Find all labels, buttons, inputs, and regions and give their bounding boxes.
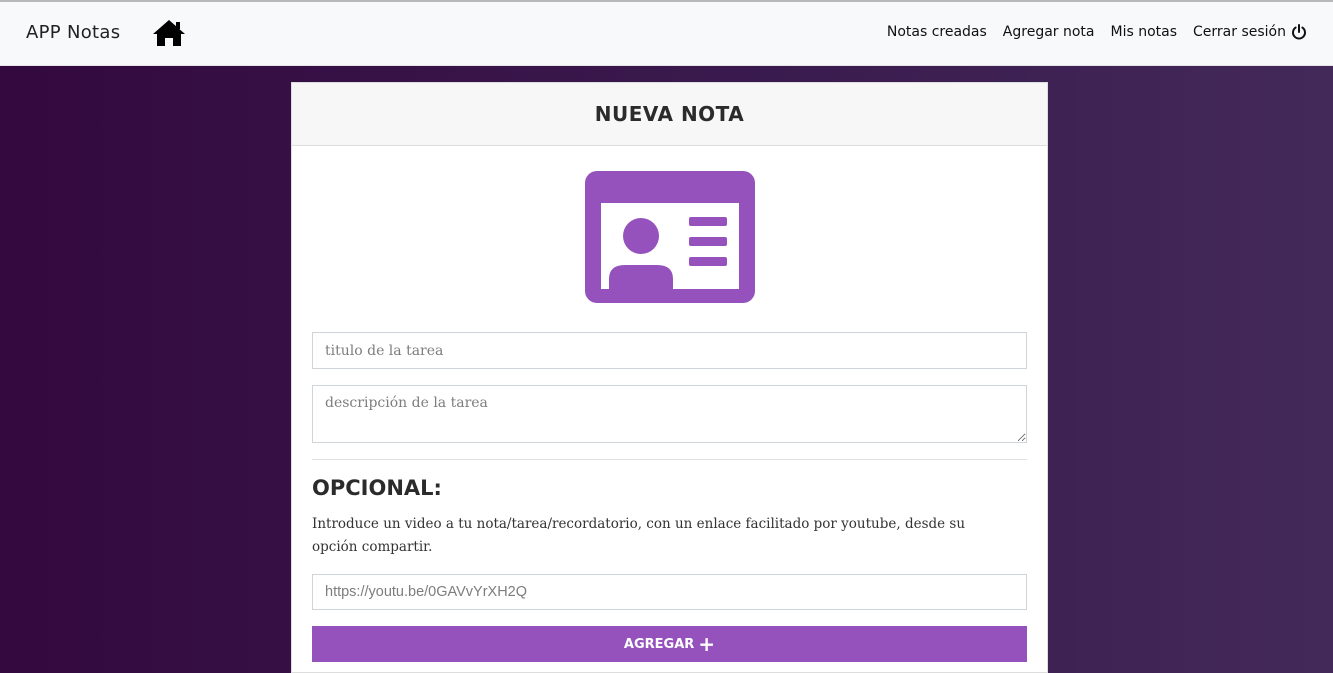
- nav-link-mis-notas[interactable]: Mis notas: [1111, 24, 1178, 40]
- app-brand[interactable]: APP Notas: [26, 22, 120, 43]
- card-header: NUEVA NOTA: [292, 83, 1047, 146]
- page-title: NUEVA NOTA: [594, 102, 745, 126]
- divider: [312, 459, 1027, 460]
- task-description-input[interactable]: [312, 385, 1027, 443]
- new-note-card: NUEVA NOTA OPCIONAL: Introduce un video …: [291, 82, 1048, 673]
- id-card-icon: [585, 171, 755, 303]
- nav-link-label: Agregar nota: [1002, 24, 1095, 40]
- nav-link-label: Cerrar sesión: [1193, 24, 1286, 40]
- nav-link-label: Mis notas: [1110, 24, 1178, 40]
- nav-link-cerrar-sesion[interactable]: Cerrar sesión: [1193, 24, 1307, 40]
- home-icon[interactable]: [152, 18, 186, 48]
- nav-link-agregar-nota[interactable]: Agregar nota: [1003, 24, 1095, 40]
- plus-icon: +: [698, 632, 716, 656]
- add-note-button[interactable]: AGREGAR +: [312, 626, 1027, 662]
- nav-link-notas-creadas[interactable]: Notas creadas: [887, 24, 987, 40]
- task-title-input[interactable]: [312, 332, 1027, 369]
- add-note-button-label: AGREGAR: [623, 636, 695, 652]
- nav-link-label: Notas creadas: [886, 24, 987, 40]
- top-navbar: APP Notas Notas creadas Agregar nota Mis…: [0, 2, 1333, 66]
- optional-description: Introduce un video a tu nota/tarea/recor…: [312, 516, 966, 555]
- optional-heading: OPCIONAL:: [312, 476, 442, 500]
- nav-links: Notas creadas Agregar nota Mis notas Cer…: [887, 24, 1307, 40]
- youtube-url-input[interactable]: [312, 574, 1027, 610]
- power-icon: [1292, 24, 1306, 40]
